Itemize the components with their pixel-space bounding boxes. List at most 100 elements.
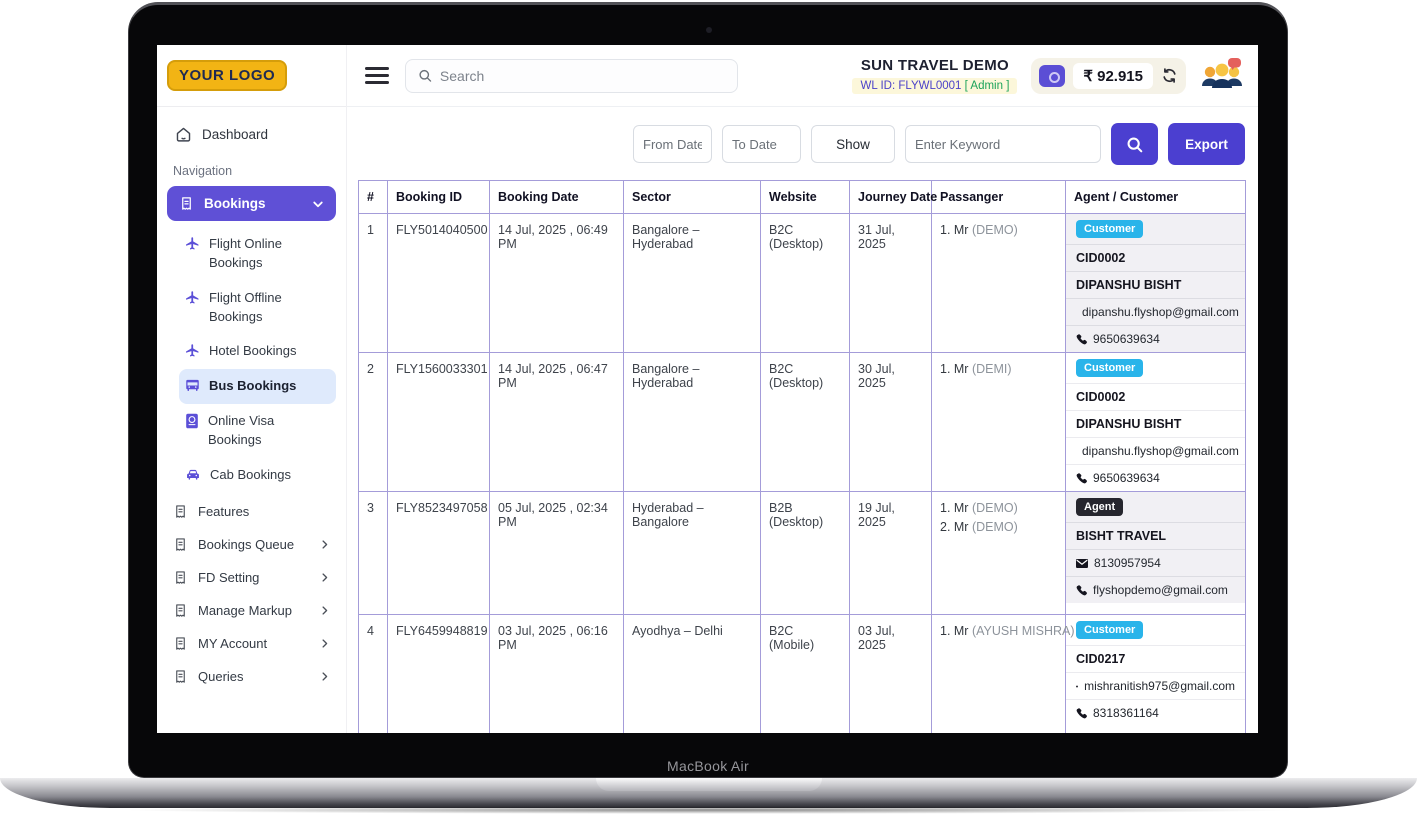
global-search[interactable]	[405, 58, 738, 93]
keyword-input[interactable]	[905, 125, 1101, 163]
contact-phone: 9650639634	[1093, 471, 1160, 485]
receipt-icon	[176, 504, 185, 518]
sidebar-item-label: Hotel Bookings	[209, 343, 297, 359]
sidebar-item-online-visa-bookings[interactable]: Online Visa Bookings	[179, 404, 329, 458]
agent-badge: Agent	[1076, 498, 1124, 516]
sidebar-item-bookings[interactable]: Bookings	[167, 186, 336, 221]
sidebar-item-cab-bookings[interactable]: Cab Bookings	[179, 458, 336, 493]
sidebar-item-my-account[interactable]: MY Account	[167, 627, 336, 660]
col-header-journey-date: Journey Date	[849, 180, 937, 214]
customer-badge: Customer	[1076, 220, 1144, 238]
contact-email: 8130957954	[1094, 556, 1161, 570]
sidebar-item-label: FD Setting	[198, 569, 260, 585]
plane-icon	[186, 237, 199, 250]
sidebar: YOUR LOGO Dashboard Navigation Bookings	[157, 45, 347, 733]
customer-id: CID0217	[1066, 646, 1245, 673]
logo-area: YOUR LOGO	[157, 45, 346, 107]
brand-logo: YOUR LOGO	[167, 60, 288, 91]
car-icon	[187, 469, 199, 480]
wallet-balance: ₹ 92.915	[1073, 62, 1153, 89]
col-header-booking-date: Booking Date	[489, 180, 624, 214]
sidebar-item-bookings-queue[interactable]: Bookings Queue	[167, 528, 336, 561]
cell-booking-id: FLY8523497058	[387, 491, 490, 615]
sidebar-item-label: Manage Markup	[198, 602, 292, 618]
sidebar-item-flight-online-bookings[interactable]: Flight Online Bookings	[179, 227, 329, 281]
agent-name: BISHT TRAVEL	[1066, 523, 1245, 550]
sidebar-item-bus-bookings[interactable]: Bus Bookings	[179, 369, 336, 405]
sidebar-item-dashboard[interactable]: Dashboard	[167, 117, 336, 152]
users-group-icon	[1202, 57, 1242, 88]
cell-journey-date: 31 Jul, 2025	[849, 213, 932, 353]
table-row: 3 FLY8523497058 05 Jul, 2025 , 02:34 PM …	[358, 491, 1246, 615]
cell-sno: 3	[358, 491, 388, 615]
phone-icon	[1076, 584, 1087, 595]
sidebar-item-label: Bookings Queue	[198, 536, 295, 552]
sidebar-item-features[interactable]: Features	[167, 495, 336, 528]
sidebar-menu: Features Bookings Queue FD Setting Manag…	[167, 493, 336, 693]
customer-badge: Customer	[1076, 621, 1144, 639]
to-date-input[interactable]	[722, 125, 801, 163]
search-button[interactable]	[1111, 123, 1158, 165]
cell-passengers: 1. Mr (DEMO) 2. Mr (DEMO)	[931, 491, 1066, 615]
home-icon	[176, 127, 191, 142]
passport-icon	[186, 413, 198, 429]
cell-sno: 4	[358, 614, 388, 733]
cell-passengers: 1. Mr (DEMO)	[931, 213, 1066, 353]
col-header-booking-id: Booking ID	[387, 180, 490, 214]
cell-booking-date: 03 Jul, 2025 , 06:16 PM	[489, 614, 624, 733]
contact-email: dipanshu.flyshop@gmail.com	[1082, 305, 1239, 319]
sidebar-item-queries[interactable]: Queries	[167, 660, 336, 693]
receipt-icon	[176, 537, 185, 551]
search-input[interactable]	[439, 67, 725, 84]
customer-name: DIPANSHU BISHT	[1066, 411, 1245, 438]
show-button[interactable]: Show	[811, 125, 895, 163]
contact-phone: 9650639634	[1093, 332, 1160, 346]
cell-agent-customer: Agent BISHT TRAVEL 8130957954 flyshopdem…	[1065, 491, 1246, 615]
company-block: SUN TRAVEL DEMO WL ID: FLYWL0001 [ Admin…	[852, 57, 1018, 94]
email-icon	[1076, 685, 1079, 687]
sidebar-item-fd-setting[interactable]: FD Setting	[167, 561, 336, 594]
phone-icon	[1076, 472, 1087, 483]
chevron-right-icon	[322, 572, 328, 582]
sidebar-item-hotel-bookings[interactable]: Hotel Bookings	[179, 334, 336, 369]
sidebar-item-label: Cab Bookings	[210, 466, 291, 482]
sidebar-item-manage-markup[interactable]: Manage Markup	[167, 594, 336, 627]
refresh-icon	[1163, 68, 1176, 83]
cell-website: B2C (Desktop)	[760, 352, 850, 492]
refresh-balance-button[interactable]	[1161, 67, 1178, 84]
cell-passengers: 1. Mr (DEMI)	[931, 352, 1066, 492]
chevron-right-icon	[322, 638, 328, 648]
topbar: SUN TRAVEL DEMO WL ID: FLYWL0001 [ Admin…	[347, 45, 1258, 107]
receipt-icon	[176, 636, 185, 650]
customer-id: CID0002	[1066, 384, 1245, 411]
bus-icon	[186, 380, 199, 392]
chevron-right-icon	[322, 539, 328, 549]
customer-badge: Customer	[1076, 359, 1144, 377]
table-header-row: # Booking ID Booking Date Sector Website…	[358, 180, 1246, 214]
cell-booking-date: 05 Jul, 2025 , 02:34 PM	[489, 491, 624, 615]
cell-journey-date: 19 Jul, 2025	[849, 491, 932, 615]
wallet-widget: ₹ 92.915	[1031, 57, 1186, 94]
sidebar-nav: Dashboard Navigation Bookings Flight Onl…	[157, 107, 346, 693]
search-icon	[419, 69, 432, 82]
webcam-dot	[706, 27, 712, 33]
from-date-input[interactable]	[633, 125, 712, 163]
sidebar-item-label: Queries	[198, 668, 244, 684]
export-button[interactable]: Export	[1168, 123, 1245, 165]
wallet-icon[interactable]	[1039, 64, 1066, 87]
contact-phone: flyshopdemo@gmail.com	[1093, 583, 1228, 597]
plane-icon	[186, 290, 199, 304]
sidebar-item-flight-offline-bookings[interactable]: Flight Offline Bookings	[179, 281, 329, 335]
cell-website: B2C (Mobile)	[760, 614, 850, 733]
wl-id-pill: WL ID: FLYWL0001 [ Admin ]	[852, 78, 1018, 94]
user-avatar[interactable]	[1200, 57, 1244, 94]
cell-passengers: 1. Mr (AYUSH MISHRA)	[931, 614, 1075, 733]
cell-sector: Bangalore – Hyderabad	[623, 352, 761, 492]
sidebar-item-label: Bus Bookings	[209, 378, 297, 394]
hamburger-menu-icon[interactable]	[365, 63, 389, 89]
phone-icon	[1076, 707, 1087, 718]
search-icon	[1127, 137, 1143, 152]
sidebar-item-label: Flight Online Bookings	[209, 236, 282, 270]
phone-icon	[1076, 333, 1087, 344]
col-header-sno: #	[358, 180, 388, 214]
